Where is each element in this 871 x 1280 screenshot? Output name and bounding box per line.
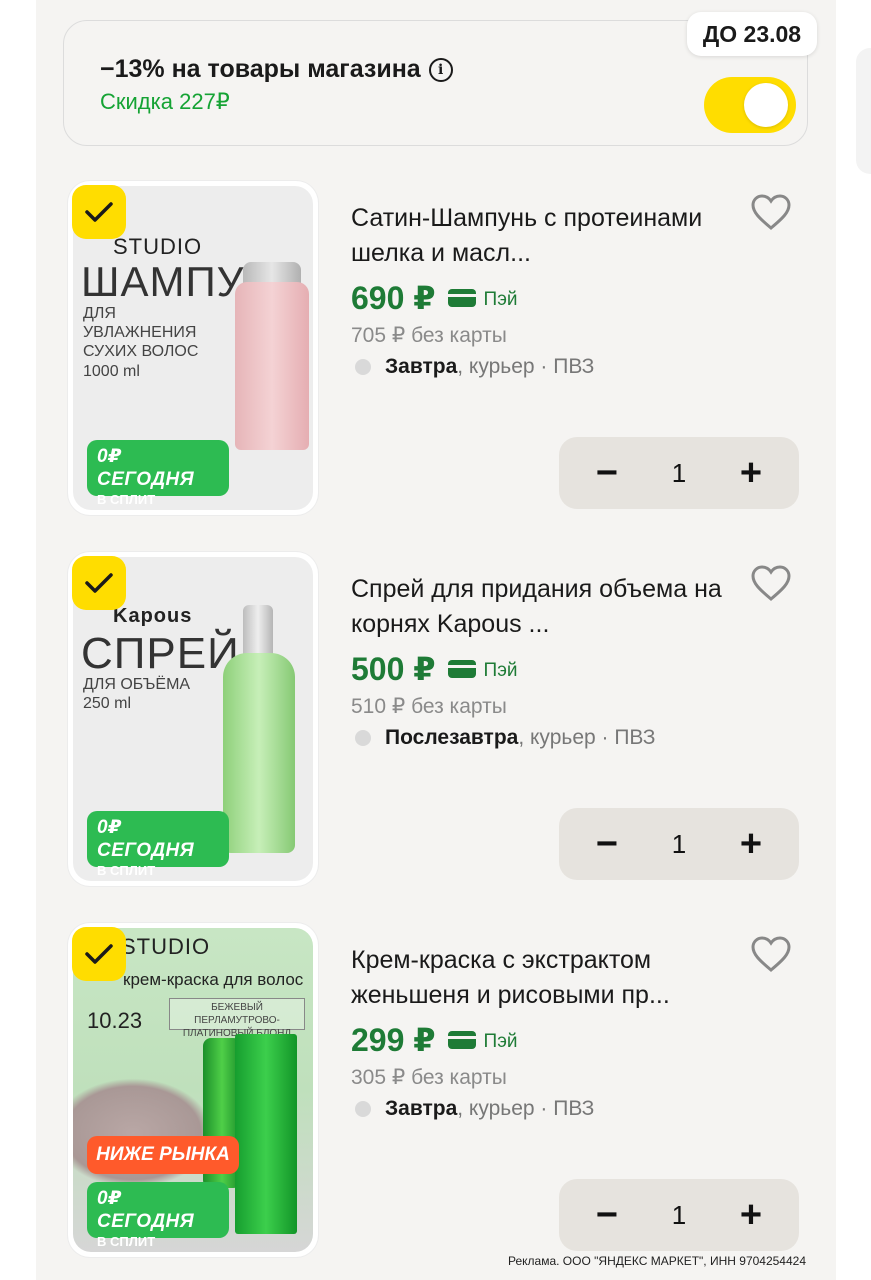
product-title[interactable]: Сатин-Шампунь с протеинами шелка и масл.… xyxy=(351,201,741,271)
price: 690 ₽ xyxy=(351,280,436,316)
shade-name: БЕЖЕВЫЙ ПЕРЛАМУТРОВО-ПЛАТИНОВЫЙ БЛОНД xyxy=(169,998,305,1039)
quantity-value: 1 xyxy=(671,828,687,859)
promo-discount: Скидка 227₽ xyxy=(100,89,230,114)
split-badge-bottom: В СПЛИТ xyxy=(97,862,156,878)
card-icon xyxy=(447,1031,476,1049)
shade-number: 10.23 xyxy=(87,1008,143,1033)
delivery-day: Завтра xyxy=(385,1097,458,1120)
promo-toggle[interactable] xyxy=(704,77,796,133)
delivery-info: Завтра , курьер · ПВЗ xyxy=(355,355,594,379)
quantity-value: 1 xyxy=(671,1199,687,1230)
product-image-subtitle: крем-краска для волос xyxy=(123,970,304,989)
delivery-methods: , курьер · ПВЗ xyxy=(457,355,595,378)
checkmark-icon xyxy=(85,944,113,964)
checkmark-icon xyxy=(85,573,113,593)
quantity-stepper: − 1 + xyxy=(559,808,799,880)
heart-icon[interactable] xyxy=(750,935,792,973)
pay-label: Пэй xyxy=(483,1031,518,1052)
status-dot xyxy=(355,1101,371,1117)
split-badge-bottom: В СПЛИТ xyxy=(97,491,156,507)
product-title[interactable]: Спрей для придания объема на корнях Kapo… xyxy=(351,572,741,642)
price: 500 ₽ xyxy=(351,651,436,687)
price: 299 ₽ xyxy=(351,1022,436,1058)
delivery-methods: , курьер · ПВЗ xyxy=(518,726,656,749)
cart-item: STUDIO крем-краска для волос 10.23 БЕЖЕВ… xyxy=(0,923,871,1263)
promo-deadline-badge: ДО 23.08 xyxy=(687,12,817,56)
price-row: 690 ₽ Пэй xyxy=(351,279,518,317)
pay-label: Пэй xyxy=(483,289,518,310)
split-badge-bottom: В СПЛИТ xyxy=(97,1233,156,1249)
price-without-card: 305 ₽ без карты xyxy=(351,1066,507,1089)
split-badge-top: 0₽ СЕГОДНЯ xyxy=(97,817,195,861)
bottle-cap xyxy=(243,605,273,657)
select-checkbox[interactable] xyxy=(72,556,126,610)
delivery-day: Послезавтра xyxy=(385,726,519,749)
split-badge: 0₽ СЕГОДНЯ В СПЛИТ xyxy=(87,811,229,878)
card-icon xyxy=(447,289,476,307)
box-shape xyxy=(235,1034,297,1234)
product-brand-logo: Kapous xyxy=(113,605,193,627)
increase-button[interactable]: + xyxy=(731,1196,771,1234)
product-image[interactable]: STUDIO крем-краска для волос 10.23 БЕЖЕВ… xyxy=(68,923,318,1257)
delivery-info: Завтра , курьер · ПВЗ xyxy=(355,1097,594,1121)
product-image-desc: ДЛЯ ОБЪЁМА 250 ml xyxy=(83,676,191,713)
split-badge-top: 0₽ СЕГОДНЯ xyxy=(97,1188,195,1232)
delivery-day: Завтра xyxy=(385,355,458,378)
product-brand-logo: STUDIO xyxy=(121,934,211,959)
split-badge: 0₽ СЕГОДНЯ В СПЛИТ xyxy=(87,1182,229,1249)
quantity-value: 1 xyxy=(671,457,687,488)
below-market-badge: НИЖЕ РЫНКА xyxy=(87,1136,239,1174)
price-without-card: 510 ₽ без карты xyxy=(351,695,507,718)
product-image-desc: ДЛЯ УВЛАЖНЕНИЯ СУХИХ ВОЛОС 1000 ml xyxy=(83,305,199,380)
bottle-shape xyxy=(223,653,295,853)
select-checkbox[interactable] xyxy=(72,927,126,981)
checkmark-icon xyxy=(85,202,113,222)
heart-icon[interactable] xyxy=(750,193,792,231)
ad-disclaimer: Реклама. ООО "ЯНДЕКС МАРКЕТ", ИНН 970425… xyxy=(508,1254,807,1268)
price-row: 500 ₽ Пэй xyxy=(351,650,518,688)
product-image-headline: СПРЕЙ xyxy=(81,629,240,678)
delivery-info: Послезавтра , курьер · ПВЗ xyxy=(355,726,655,750)
cart-item: Kapous СПРЕЙ ДЛЯ ОБЪЁМА 250 ml 0₽ СЕГОДН… xyxy=(0,552,871,892)
product-brand-logo: STUDIO xyxy=(113,234,203,259)
side-card-edge xyxy=(856,48,871,174)
split-badge: 0₽ СЕГОДНЯ В СПЛИТ xyxy=(87,440,229,507)
split-badge-top: 0₽ СЕГОДНЯ xyxy=(97,446,195,490)
select-checkbox[interactable] xyxy=(72,185,126,239)
bottle-shape xyxy=(235,282,309,450)
quantity-stepper: − 1 + xyxy=(559,437,799,509)
promo-title: −13% на товары магазина xyxy=(100,55,421,83)
quantity-stepper: − 1 + xyxy=(559,1179,799,1251)
heart-icon[interactable] xyxy=(750,564,792,602)
decrease-button[interactable]: − xyxy=(587,454,627,492)
card-icon xyxy=(447,660,476,678)
promo-title-row: −13% на товары магазина i xyxy=(100,55,453,84)
product-image[interactable]: Kapous СПРЕЙ ДЛЯ ОБЪЁМА 250 ml 0₽ СЕГОДН… xyxy=(68,552,318,886)
delivery-methods: , курьер · ПВЗ xyxy=(457,1097,595,1120)
price-row: 299 ₽ Пэй xyxy=(351,1021,518,1059)
product-image[interactable]: STUDIO ШАМПУНЬ ДЛЯ УВЛАЖНЕНИЯ СУХИХ ВОЛО… xyxy=(68,181,318,515)
increase-button[interactable]: + xyxy=(731,454,771,492)
status-dot xyxy=(355,359,371,375)
increase-button[interactable]: + xyxy=(731,825,771,863)
cart-item: STUDIO ШАМПУНЬ ДЛЯ УВЛАЖНЕНИЯ СУХИХ ВОЛО… xyxy=(0,181,871,521)
decrease-button[interactable]: − xyxy=(587,825,627,863)
price-without-card: 705 ₽ без карты xyxy=(351,324,507,347)
info-icon[interactable]: i xyxy=(428,57,453,82)
decrease-button[interactable]: − xyxy=(587,1196,627,1234)
toggle-knob xyxy=(744,83,788,127)
status-dot xyxy=(355,730,371,746)
pay-label: Пэй xyxy=(483,660,518,681)
product-title[interactable]: Крем-краска с экстрактом женьшеня и рисо… xyxy=(351,943,741,1013)
